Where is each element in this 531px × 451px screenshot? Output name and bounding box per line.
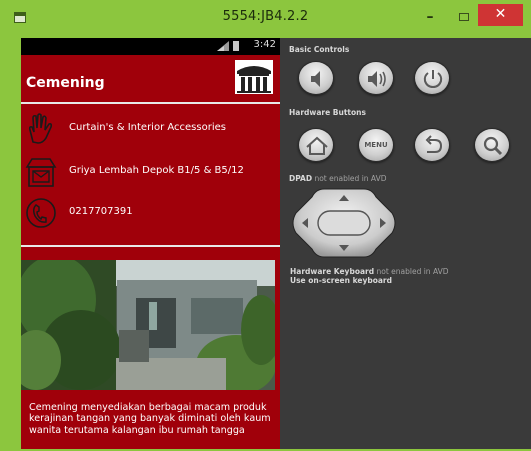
phone-icon — [26, 198, 56, 228]
hardware-buttons-label: Hardware Buttons — [289, 108, 366, 117]
info-row-category: Curtain's & Interior Accessories — [21, 112, 280, 146]
back-button[interactable] — [414, 128, 450, 162]
store-description: Cemening menyediakan berbagai macam prod… — [29, 402, 271, 436]
category-text: Curtain's & Interior Accessories — [69, 122, 226, 133]
emulator-controls-panel: Basic Controls Hardware Buttons MENU DPA… — [280, 38, 531, 449]
volume-up-button[interactable] — [358, 61, 394, 95]
dpad-center-button — [317, 210, 371, 236]
signal-icon — [217, 41, 229, 51]
power-button[interactable] — [414, 61, 450, 95]
info-row-address: Griya Lembah Depok B1/5 & B5/12 — [21, 155, 280, 189]
search-button[interactable] — [474, 128, 510, 162]
status-time: 3:42 — [253, 39, 276, 50]
device-screen[interactable]: 3:42 Cemening Curtain's & Interior Acces… — [21, 38, 280, 449]
dpad-control[interactable] — [288, 187, 400, 259]
keyboard-notice-bold: Hardware Keyboard — [290, 267, 375, 276]
battery-icon — [233, 41, 239, 51]
maximize-button[interactable] — [450, 4, 478, 32]
menu-button[interactable]: MENU — [358, 128, 394, 162]
volume-down-button[interactable] — [298, 61, 334, 95]
phone-number-text: 0217707391 — [69, 206, 133, 217]
hand-icon — [28, 113, 53, 144]
back-icon — [425, 135, 443, 153]
close-button[interactable]: ✕ — [478, 4, 523, 26]
dpad-label: DPAD not enabled in AVD — [289, 174, 386, 183]
dpad-label-bold: DPAD — [289, 174, 313, 183]
info-row-phone[interactable]: 0217707391 — [21, 196, 280, 230]
keyboard-notice-rest: not enabled in AVD — [374, 267, 449, 276]
dpad-label-rest: not enabled in AVD — [312, 174, 387, 183]
basic-controls-label: Basic Controls — [289, 45, 350, 54]
app-title: Cemening — [26, 75, 105, 91]
volume-down-icon — [311, 71, 320, 87]
volume-up-icon — [368, 71, 386, 87]
power-icon — [423, 70, 443, 89]
maximize-icon — [459, 13, 469, 21]
shop-icon — [25, 158, 57, 187]
keyboard-notice-line2: Use on-screen keyboard — [290, 276, 393, 285]
window-titlebar[interactable]: 5554:JB4.2.2 – ✕ — [0, 0, 531, 36]
minimize-button[interactable]: – — [416, 4, 444, 32]
home-icon — [306, 136, 328, 155]
emulator-window: 5554:JB4.2.2 – ✕ 3:42 Cemening Curtain's… — [0, 0, 531, 451]
address-text: Griya Lembah Depok B1/5 & B5/12 — [69, 165, 244, 176]
content-divider — [21, 245, 280, 247]
keyboard-notice: Hardware Keyboard not enabled in AVD Use… — [290, 267, 449, 285]
header-divider — [21, 102, 280, 104]
status-bar: 3:42 — [21, 38, 280, 55]
home-button[interactable] — [298, 128, 334, 162]
search-icon — [483, 136, 503, 156]
menu-button-label: MENU — [364, 141, 388, 149]
store-logo-icon[interactable] — [234, 59, 274, 95]
store-photo — [21, 260, 275, 390]
action-bar: Cemening — [21, 55, 280, 101]
